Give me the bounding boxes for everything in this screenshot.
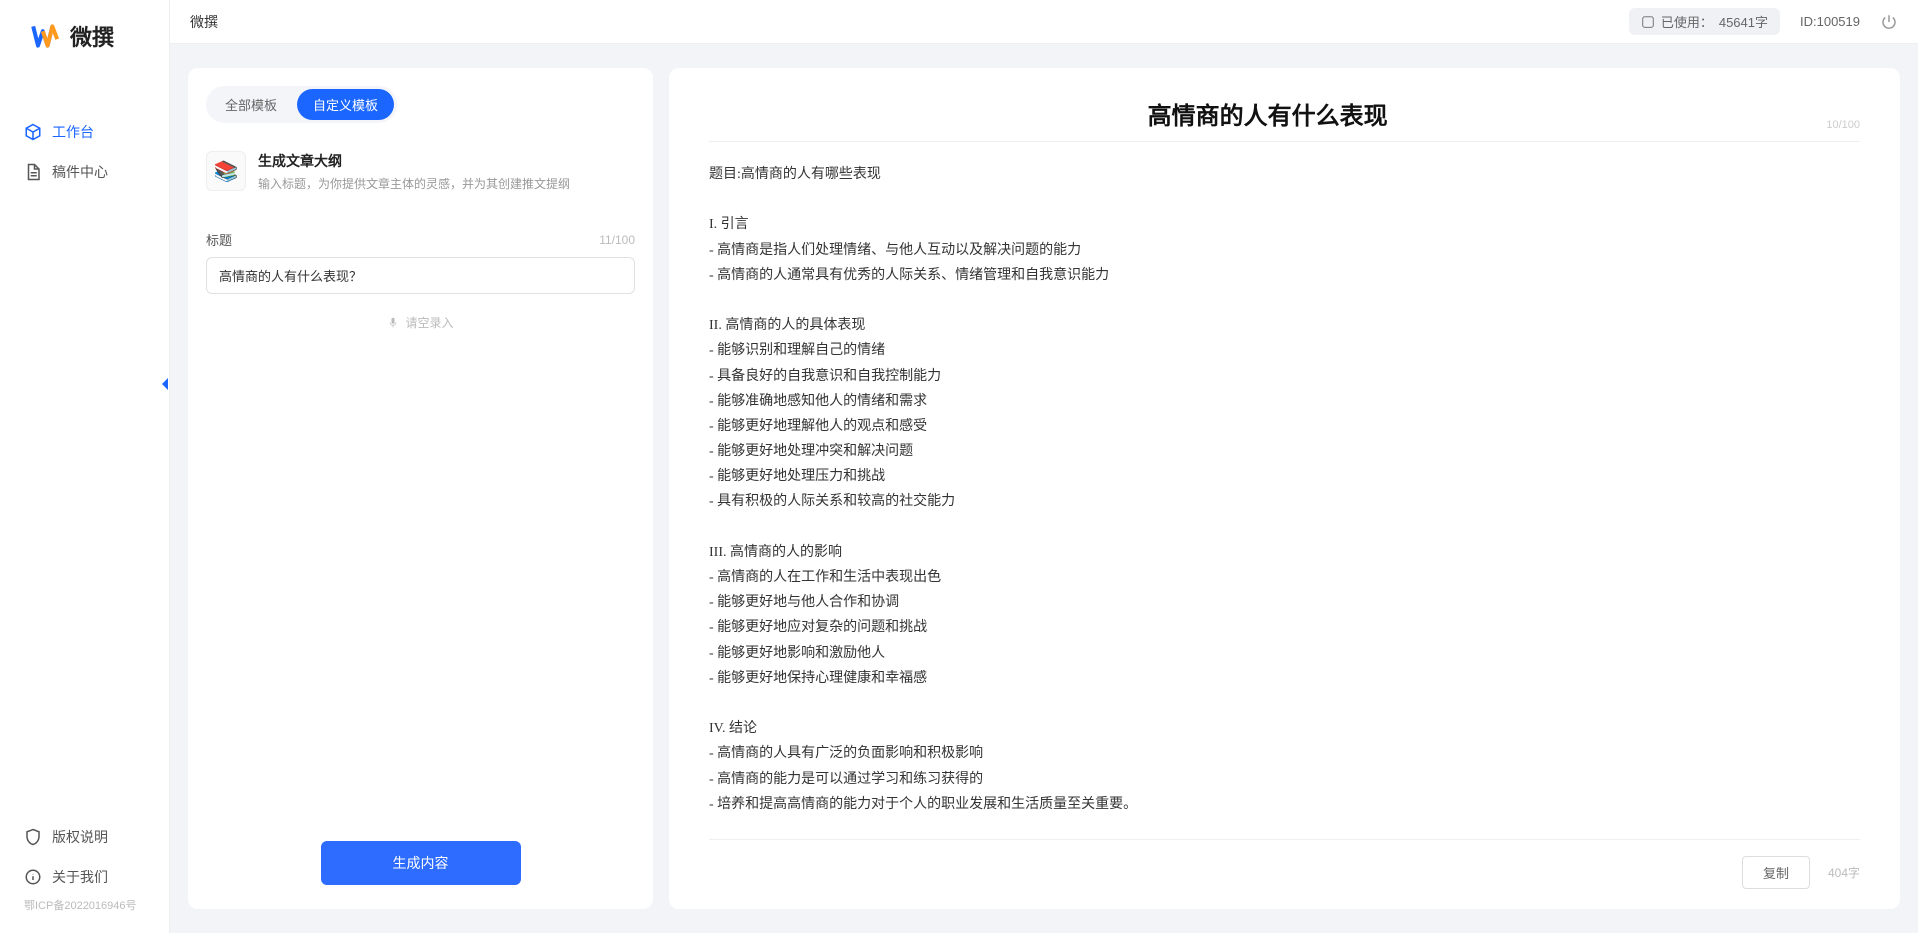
cube-icon [24, 123, 42, 141]
field-counter: 11/100 [599, 233, 635, 247]
generate-button[interactable]: 生成内容 [321, 841, 521, 885]
icp-text: 鄂ICP备2022016946号 [0, 897, 169, 923]
template-icon: 📚 [206, 151, 246, 191]
main: 微撰 已使用： 45641字 ID:100519 全部模板 自定义模板 📚 [170, 0, 1918, 933]
workspace: 全部模板 自定义模板 📚 生成文章大纲 输入标题，为你提供文章主体的灵感，并为其… [170, 44, 1918, 933]
nav-label: 工作台 [52, 122, 94, 142]
text-icon [1641, 15, 1655, 29]
tab-all-templates[interactable]: 全部模板 [209, 89, 293, 120]
template-tabs: 全部模板 自定义模板 [206, 86, 397, 123]
template-card: 📚 生成文章大纲 输入标题，为你提供文章主体的灵感，并为其创建推文提纲 [206, 141, 635, 210]
word-count: 404字 [1828, 864, 1860, 881]
field-label-title: 标题 [206, 230, 232, 249]
template-title: 生成文章大纲 [258, 151, 570, 171]
shield-icon [24, 828, 42, 846]
nav-label: 关于我们 [52, 867, 108, 887]
usage-pill: 已使用： 45641字 [1629, 8, 1780, 35]
chevron-left-icon [160, 377, 170, 391]
logo: 微撰 [0, 0, 169, 72]
logo-icon [30, 20, 62, 52]
nav: 工作台 稿件中心 [0, 72, 169, 817]
output-title-counter: 10/100 [1826, 119, 1860, 131]
nav-label: 稿件中心 [52, 162, 108, 182]
usage-label: 已使用： [1661, 12, 1713, 31]
nav-item-drafts[interactable]: 稿件中心 [0, 152, 169, 192]
power-icon[interactable] [1880, 13, 1898, 31]
info-icon [24, 868, 42, 886]
panel-left: 全部模板 自定义模板 📚 生成文章大纲 输入标题，为你提供文章主体的灵感，并为其… [188, 68, 653, 909]
usage-value: 45641字 [1719, 12, 1768, 31]
document-icon [24, 163, 42, 181]
copy-button[interactable]: 复制 [1742, 856, 1810, 889]
voice-label: 请空录入 [405, 314, 453, 331]
template-desc: 输入标题，为你提供文章主体的灵感，并为其创建推文提纲 [258, 175, 570, 192]
sidebar-bottom: 版权说明 关于我们 鄂ICP备2022016946号 [0, 817, 169, 933]
nav-item-about[interactable]: 关于我们 [0, 857, 169, 897]
topbar-title: 微撰 [190, 12, 218, 32]
mic-icon [387, 317, 399, 329]
user-id: ID:100519 [1800, 14, 1860, 29]
title-input[interactable] [206, 257, 635, 294]
output-body[interactable]: 题目:高情商的人有哪些表现 I. 引言 - 高情商是指人们处理情绪、与他人互动以… [709, 162, 1860, 823]
panel-right: 高情商的人有什么表现 10/100 题目:高情商的人有哪些表现 I. 引言 - … [669, 68, 1900, 909]
collapse-handle[interactable] [158, 374, 172, 394]
nav-item-workspace[interactable]: 工作台 [0, 112, 169, 152]
nav-item-copyright[interactable]: 版权说明 [0, 817, 169, 857]
topbar: 微撰 已使用： 45641字 ID:100519 [170, 0, 1918, 44]
nav-label: 版权说明 [52, 827, 108, 847]
sidebar: 微撰 工作台 稿件中心 版权说明 关于我们 鄂ICP备2022016946号 [0, 0, 170, 933]
logo-text: 微撰 [70, 20, 114, 52]
voice-input[interactable]: 请空录入 [206, 314, 635, 331]
output-title: 高情商的人有什么表现 [709, 96, 1826, 131]
tab-custom-templates[interactable]: 自定义模板 [297, 89, 394, 120]
